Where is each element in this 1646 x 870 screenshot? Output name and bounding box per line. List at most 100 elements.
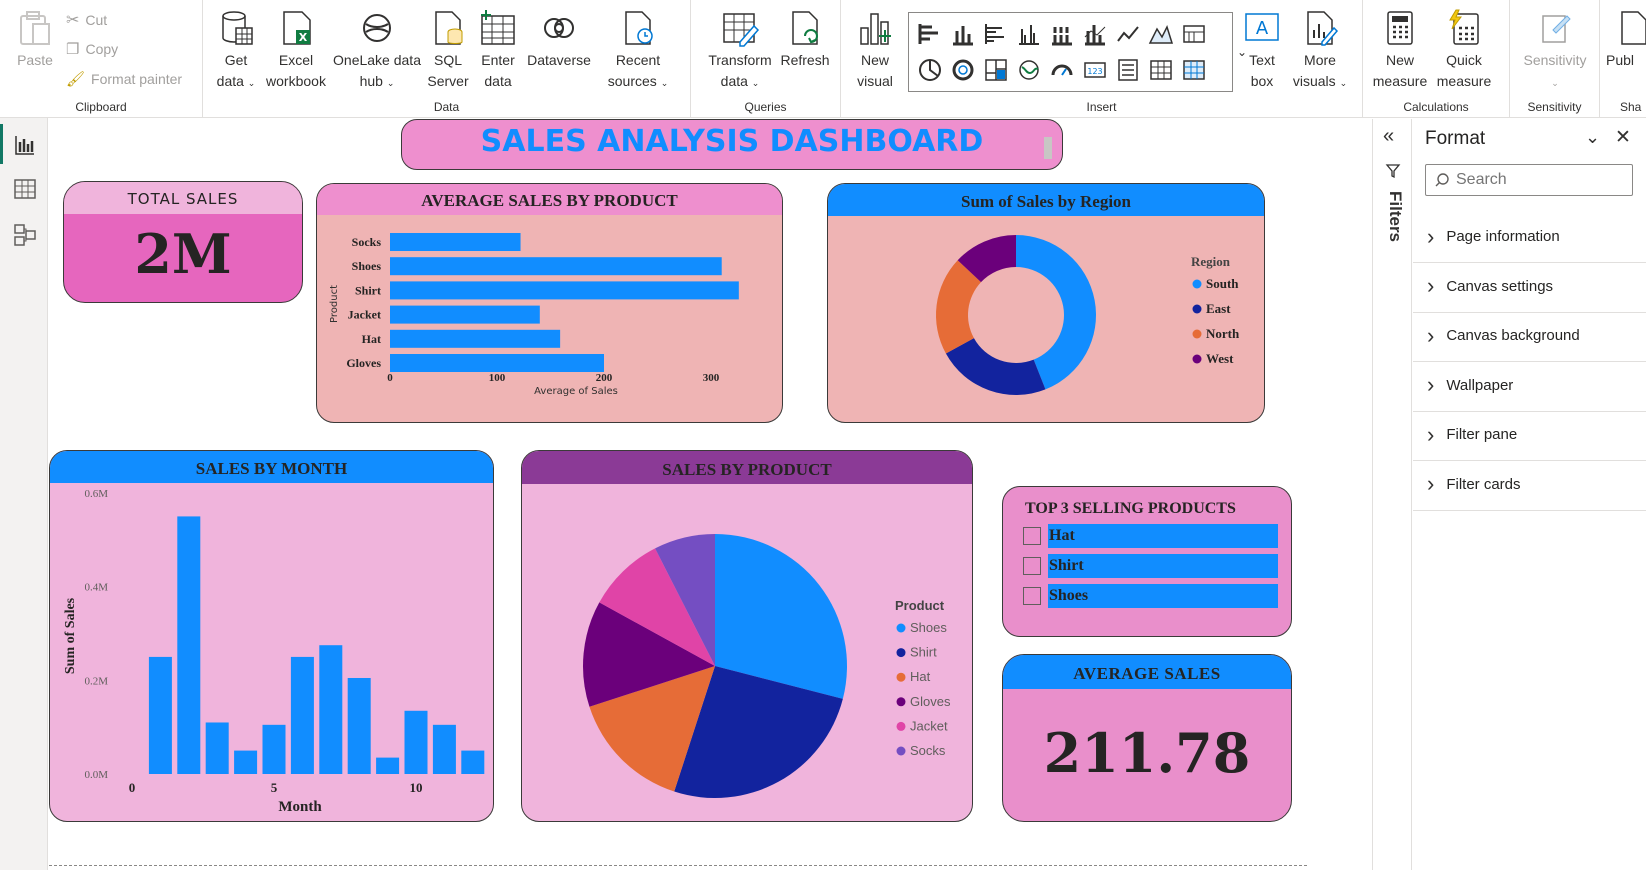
top3-slicer-card[interactable]: TOP 3 SELLING PRODUCTS Hat Shirt Shoes bbox=[1002, 486, 1292, 637]
legend-item-socks[interactable]: Socks bbox=[910, 743, 946, 758]
bar-month-2[interactable] bbox=[177, 516, 201, 774]
bar-hat[interactable] bbox=[390, 329, 561, 348]
copy-button[interactable]: ❐ Copy bbox=[66, 40, 118, 58]
onelake-data-hub-button[interactable]: OneLake data hub ⌄ bbox=[331, 8, 423, 94]
bar-month-7[interactable] bbox=[319, 645, 343, 774]
format-section-page-information[interactable]: › Page information bbox=[1413, 211, 1646, 263]
bar-month-12[interactable] bbox=[461, 750, 485, 774]
report-view-icon[interactable] bbox=[12, 132, 38, 158]
new-visual-button[interactable]: New visual bbox=[851, 8, 899, 92]
excel-workbook-button[interactable]: X Excel workbook bbox=[265, 8, 327, 92]
format-section-filter-pane[interactable]: › Filter pane bbox=[1413, 409, 1646, 461]
bar-month-5[interactable] bbox=[262, 724, 286, 774]
bar-jacket[interactable] bbox=[390, 305, 540, 324]
bar-shirt[interactable] bbox=[390, 281, 739, 300]
scrollbar-thumb[interactable] bbox=[1044, 137, 1052, 159]
transform-data-button[interactable]: Transform data ⌄ bbox=[705, 8, 775, 94]
line-chart-icon[interactable] bbox=[1115, 21, 1141, 47]
treemap-icon[interactable] bbox=[983, 57, 1009, 83]
sales-by-product-card[interactable]: SALES BY PRODUCT Product Shoes Shirt Hat Glo… bbox=[521, 450, 973, 822]
format-painter-button[interactable]: 🖌 Format painter bbox=[66, 70, 182, 88]
recent-sources-button[interactable]: Recent sources ⌄ bbox=[603, 8, 673, 94]
slicer-item-shoes[interactable]: Shoes bbox=[1023, 584, 1279, 608]
bar-month-11[interactable] bbox=[432, 724, 456, 774]
cut-button[interactable]: ✂ Cut bbox=[66, 10, 107, 30]
legend-item-jacket[interactable]: Jacket bbox=[910, 718, 948, 733]
publish-button[interactable]: Publ bbox=[1606, 8, 1646, 71]
map-icon[interactable] bbox=[1016, 57, 1042, 83]
quick-measure-button[interactable]: Quick measure bbox=[1433, 8, 1495, 92]
format-search-input[interactable] bbox=[1456, 171, 1626, 189]
format-section-filter-cards[interactable]: › Filter cards bbox=[1413, 459, 1646, 511]
bar-month-4[interactable] bbox=[234, 750, 258, 774]
text-box-button[interactable]: A Text box bbox=[1240, 8, 1284, 92]
dataverse-button[interactable]: Dataverse bbox=[525, 8, 593, 71]
format-section-wallpaper[interactable]: › Wallpaper bbox=[1413, 360, 1646, 412]
100-stacked-column-icon[interactable] bbox=[1082, 21, 1108, 47]
model-view-icon[interactable] bbox=[12, 222, 38, 248]
bar-month-10[interactable] bbox=[404, 710, 428, 774]
legend-item-shoes[interactable]: Shoes bbox=[910, 620, 947, 635]
table-view-icon[interactable] bbox=[12, 176, 38, 202]
legend-item-west[interactable]: West bbox=[1206, 351, 1234, 366]
paste-button[interactable]: Paste bbox=[12, 8, 58, 71]
enter-data-button[interactable]: Enter data bbox=[475, 8, 521, 92]
bar-month-1[interactable] bbox=[148, 656, 172, 774]
format-search-box[interactable] bbox=[1425, 164, 1633, 196]
stacked-column-icon[interactable] bbox=[950, 21, 976, 47]
more-visuals-button[interactable]: More visuals ⌄ bbox=[1290, 8, 1350, 94]
new-measure-button[interactable]: New measure bbox=[1371, 8, 1429, 92]
multi-row-card-icon[interactable] bbox=[1115, 57, 1141, 83]
legend-item-gloves[interactable]: Gloves bbox=[910, 694, 951, 709]
card-icon[interactable]: 123 bbox=[1082, 57, 1108, 83]
ribbon-chart-icon[interactable] bbox=[1181, 21, 1207, 47]
stacked-bar-icon[interactable] bbox=[917, 21, 943, 47]
visualizations-gallery[interactable]: 123 bbox=[908, 12, 1233, 92]
avg-sales-bar-chart[interactable]: Socks Shoes Shirt Jacket Hat Gloves 0 100 200 300… bbox=[317, 216, 783, 423]
sales-by-region-card[interactable]: Sum of Sales by Region Region South East No… bbox=[827, 183, 1265, 423]
slicer-checkbox[interactable] bbox=[1023, 587, 1041, 605]
pie-chart-icon[interactable] bbox=[917, 57, 943, 83]
filters-pane-collapsed[interactable]: « Filters bbox=[1372, 119, 1412, 870]
average-sales-card[interactable]: AVERAGE SALES 211.78 bbox=[1002, 654, 1292, 822]
slicer-checkbox[interactable] bbox=[1023, 557, 1041, 575]
table-icon[interactable] bbox=[1148, 57, 1174, 83]
sensitivity-button[interactable]: Sensitivity ⌄ bbox=[1516, 8, 1594, 94]
slicer-checkbox[interactable] bbox=[1023, 527, 1041, 545]
legend-item-south[interactable]: South bbox=[1206, 276, 1239, 291]
total-sales-card[interactable]: TOTAL SALES 2M bbox=[63, 181, 303, 303]
gauge-icon[interactable] bbox=[1049, 57, 1075, 83]
bar-month-6[interactable] bbox=[290, 656, 314, 774]
bar-shoes[interactable] bbox=[390, 257, 722, 276]
donut-chart-icon[interactable] bbox=[950, 57, 976, 83]
slicer-item-shirt[interactable]: Shirt bbox=[1023, 554, 1279, 578]
legend-item-north[interactable]: North bbox=[1206, 326, 1240, 341]
format-section-canvas-settings[interactable]: › Canvas settings bbox=[1413, 261, 1646, 313]
legend-item-hat[interactable]: Hat bbox=[910, 669, 931, 684]
close-icon[interactable]: ✕ bbox=[1615, 126, 1631, 149]
expand-double-chevron-icon[interactable]: « bbox=[1383, 125, 1394, 148]
refresh-button[interactable]: Refresh bbox=[777, 8, 833, 71]
clustered-bar-icon[interactable] bbox=[983, 21, 1009, 47]
slicer-item-hat[interactable]: Hat bbox=[1023, 524, 1279, 548]
bar-gloves[interactable] bbox=[390, 354, 604, 372]
matrix-icon[interactable] bbox=[1181, 57, 1207, 83]
get-data-button[interactable]: Get data ⌄ bbox=[213, 8, 259, 94]
format-section-canvas-background[interactable]: › Canvas background bbox=[1413, 310, 1646, 362]
bar-socks[interactable] bbox=[390, 233, 521, 251]
bar-month-8[interactable] bbox=[347, 677, 371, 774]
avg-sales-by-product-card[interactable]: AVERAGE SALES BY PRODUCT Socks Shoes Shirt… bbox=[316, 183, 783, 423]
region-donut-chart[interactable]: Region South East North West bbox=[828, 216, 1265, 423]
bar-month-3[interactable] bbox=[205, 722, 229, 774]
collapse-chevron-icon[interactable]: ⌄ bbox=[1585, 127, 1600, 148]
bar-month-9[interactable] bbox=[376, 757, 400, 774]
sql-server-button[interactable]: SQL Server bbox=[425, 8, 471, 92]
report-canvas[interactable]: SALES ANALYSIS DASHBOARD TOTAL SALES 2M … bbox=[49, 119, 1369, 870]
sales-by-product-pie-chart[interactable]: Product Shoes Shirt Hat Gloves Jacket Socks bbox=[522, 484, 973, 822]
legend-item-east[interactable]: East bbox=[1206, 301, 1231, 316]
legend-item-shirt[interactable]: Shirt bbox=[910, 645, 937, 660]
dashboard-title-banner[interactable]: SALES ANALYSIS DASHBOARD bbox=[401, 119, 1063, 170]
slice-east[interactable] bbox=[945, 338, 1046, 395]
clustered-column-icon[interactable] bbox=[1016, 21, 1042, 47]
area-chart-icon[interactable] bbox=[1148, 21, 1174, 47]
